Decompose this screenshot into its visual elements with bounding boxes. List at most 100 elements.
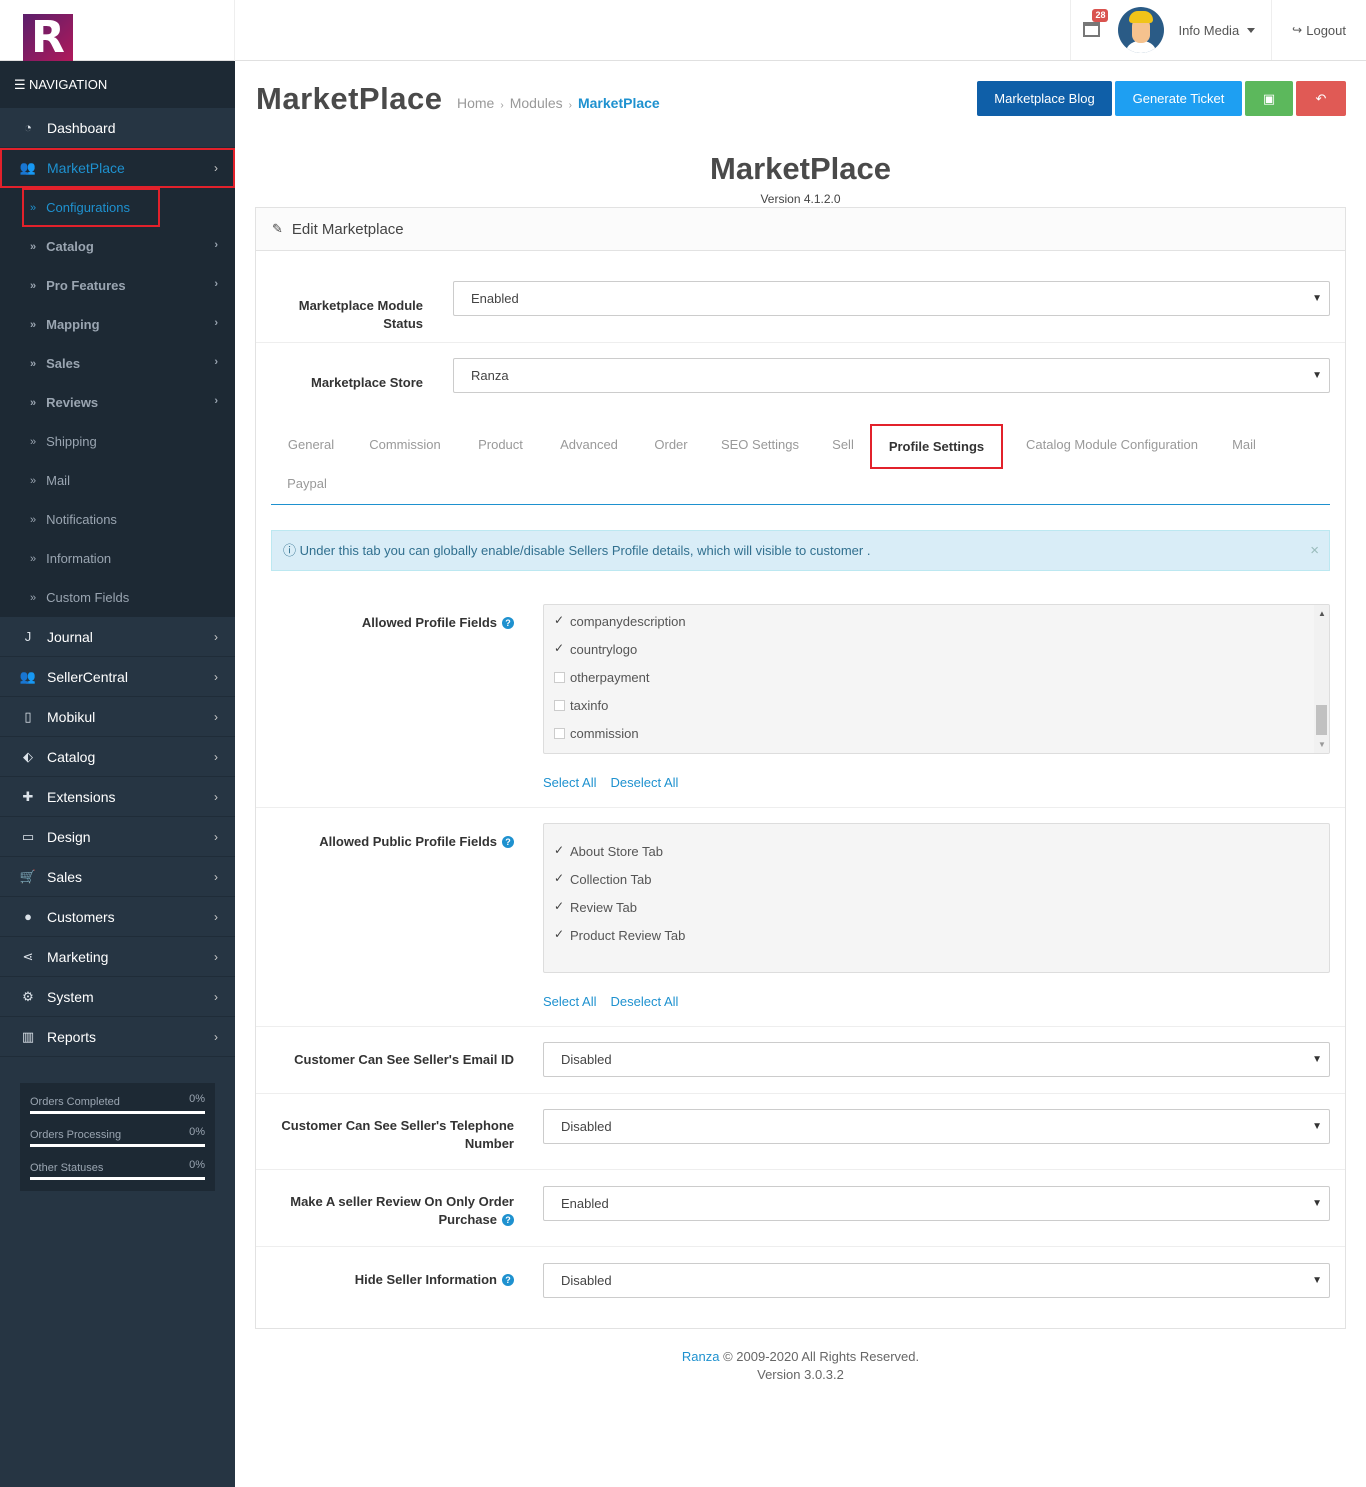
- select-all-link[interactable]: Select All: [543, 994, 596, 1009]
- sidebar-subitem-custom-fields[interactable]: » Custom Fields: [0, 578, 235, 617]
- back-button[interactable]: ↶: [1296, 81, 1346, 116]
- marketplace-blog-button[interactable]: Marketplace Blog: [977, 81, 1112, 116]
- tab-commission[interactable]: Commission: [355, 425, 455, 464]
- public-fields-list[interactable]: ✓ About Store Tab ✓ Collection Tab ✓ Review…: [543, 823, 1330, 973]
- edit-panel: ✎ Edit Marketplace Marketplace Module Sta…: [255, 207, 1346, 1329]
- seller-review-select[interactable]: Enabled ▼: [543, 1186, 1330, 1221]
- checkbox-review-tab[interactable]: ✓ Review Tab: [544, 894, 1329, 922]
- close-icon[interactable]: ×: [1310, 531, 1319, 570]
- sidebar-item-design[interactable]: ▭ Design ›: [0, 817, 235, 857]
- seller-email-select[interactable]: Disabled ▼: [543, 1042, 1330, 1077]
- breadcrumb-home[interactable]: Home: [457, 95, 494, 111]
- gear-icon: ⚙: [22, 988, 34, 1004]
- store-label: Marketplace Store: [311, 375, 423, 390]
- scrollbar[interactable]: ▲ ▼: [1314, 605, 1329, 753]
- select-all-link[interactable]: Select All: [543, 775, 596, 790]
- tab-general[interactable]: General: [271, 425, 351, 464]
- checkbox-countrylogo[interactable]: ✓ countrylogo: [544, 636, 1329, 664]
- sidebar-item-mobikul[interactable]: ▯ Mobikul ›: [0, 697, 235, 737]
- help-icon[interactable]: ?: [502, 1214, 514, 1226]
- module-status-select[interactable]: Enabled ▼: [453, 281, 1330, 316]
- footer: Ranza © 2009-2020 All Rights Reserved. V…: [235, 1348, 1366, 1384]
- allowed-public-profile-fields-label: Allowed Public Profile Fields?: [276, 833, 514, 851]
- generate-ticket-button[interactable]: Generate Ticket: [1115, 81, 1242, 116]
- hide-seller-info-select[interactable]: Disabled ▼: [543, 1263, 1330, 1298]
- sidebar-subitem-mapping[interactable]: » Mapping ›: [0, 305, 235, 344]
- save-button[interactable]: ▣: [1245, 81, 1293, 116]
- scroll-down-icon[interactable]: ▼: [1318, 740, 1326, 749]
- sidebar-item-dashboard[interactable]: ◔ Dashboard: [0, 108, 235, 148]
- double-chevron-icon: »: [30, 318, 37, 331]
- notifications-button[interactable]: 28: [1071, 0, 1116, 60]
- sidebar-item-marketplace[interactable]: 👥 MarketPlace ›: [0, 148, 235, 188]
- seller-telephone-select[interactable]: Disabled ▼: [543, 1109, 1330, 1144]
- sidebar-item-catalog[interactable]: ⬖ Catalog ›: [0, 737, 235, 777]
- chevron-right-icon: ›: [214, 670, 218, 684]
- sidebar-item-reports[interactable]: ▥ Reports ›: [0, 1017, 235, 1057]
- info-icon: ⓘ: [283, 543, 300, 558]
- help-icon[interactable]: ?: [502, 617, 514, 629]
- allowed-profile-fields-row: Allowed Profile Fields? ✓ companydescript…: [256, 586, 1345, 808]
- checkbox-otherpayment[interactable]: otherpayment: [544, 664, 1329, 692]
- sidebar-subitem-notifications[interactable]: » Notifications: [0, 500, 235, 539]
- sidebar-subitem-sales[interactable]: » Sales ›: [0, 344, 235, 383]
- breadcrumb-modules[interactable]: Modules: [510, 95, 563, 111]
- user-menu[interactable]: Info Media: [1116, 0, 1271, 60]
- chevron-right-icon: ›: [214, 239, 218, 251]
- checkbox-taxinfo[interactable]: taxinfo: [544, 692, 1329, 720]
- footer-brand-link[interactable]: Ranza: [682, 1349, 720, 1364]
- tab-order[interactable]: Order: [639, 425, 703, 464]
- help-icon[interactable]: ?: [502, 836, 514, 848]
- tab-profile-settings[interactable]: Profile Settings: [870, 424, 1003, 469]
- tab-product[interactable]: Product: [463, 425, 538, 464]
- sidebar-item-sellercentral[interactable]: 👥 SellerCentral ›: [0, 657, 235, 697]
- sidebar-subitem-shipping[interactable]: » Shipping: [0, 422, 235, 461]
- seller-telephone-label: Customer Can See Seller's Telephone Numb…: [281, 1118, 514, 1151]
- checkbox-companydescription[interactable]: ✓ companydescription: [544, 608, 1329, 636]
- sidebar-item-extensions[interactable]: ✚ Extensions ›: [0, 777, 235, 817]
- checkbox-about-store-tab[interactable]: ✓ About Store Tab: [544, 838, 1329, 866]
- sidebar-item-sales[interactable]: 🛒 Sales ›: [0, 857, 235, 897]
- store-icon: [1083, 22, 1101, 37]
- chevron-down-icon: ▼: [1312, 1054, 1322, 1065]
- tab-paypal[interactable]: Paypal: [271, 464, 343, 503]
- double-chevron-icon: »: [30, 240, 37, 253]
- deselect-all-link[interactable]: Deselect All: [610, 994, 678, 1009]
- logout-button[interactable]: ↪ Logout: [1272, 0, 1366, 60]
- help-icon[interactable]: ?: [502, 1274, 514, 1286]
- tab-mail[interactable]: Mail: [1219, 425, 1269, 464]
- scroll-up-icon[interactable]: ▲: [1318, 609, 1326, 618]
- checkmark-icon: ✓: [554, 613, 565, 627]
- checkmark-icon: ✓: [554, 843, 565, 857]
- sidebar-item-customers[interactable]: ● Customers ›: [0, 897, 235, 937]
- allowed-public-profile-fields-row: Allowed Public Profile Fields? ✓ About St…: [256, 808, 1345, 1027]
- sidebar-subitem-mail[interactable]: » Mail: [0, 461, 235, 500]
- sidebar-subitem-reviews[interactable]: » Reviews ›: [0, 383, 235, 422]
- tab-catalog-module-configuration[interactable]: Catalog Module Configuration: [1009, 425, 1215, 464]
- tab-advanced[interactable]: Advanced: [545, 425, 633, 464]
- sidebar-item-marketing[interactable]: ⋖ Marketing ›: [0, 937, 235, 977]
- chevron-right-icon: ›: [214, 317, 218, 329]
- double-chevron-icon: »: [30, 474, 37, 487]
- checkbox-collection-tab[interactable]: ✓ Collection Tab: [544, 866, 1329, 894]
- chevron-right-icon: ›: [214, 790, 218, 804]
- monitor-icon: ▭: [21, 828, 35, 844]
- checkbox-product-review-tab[interactable]: ✓ Product Review Tab: [544, 922, 1329, 950]
- breadcrumb-marketplace[interactable]: MarketPlace: [578, 95, 660, 111]
- tab-seo-settings[interactable]: SEO Settings: [711, 425, 809, 464]
- deselect-all-link[interactable]: Deselect All: [610, 775, 678, 790]
- dashboard-icon: ◔: [24, 120, 32, 135]
- sidebar-subitem-information[interactable]: » Information: [0, 539, 235, 578]
- logo[interactable]: R: [0, 0, 235, 62]
- sidebar-subitem-pro-features[interactable]: » Pro Features ›: [0, 266, 235, 305]
- store-select[interactable]: Ranza ▼: [453, 358, 1330, 393]
- sidebar-item-system[interactable]: ⚙ System ›: [0, 977, 235, 1017]
- sidebar-subitem-catalog[interactable]: » Catalog ›: [0, 227, 235, 266]
- checkbox-commission[interactable]: commission: [544, 720, 1329, 748]
- sidebar-subitem-configurations[interactable]: » Configurations: [22, 188, 160, 227]
- sidebar-item-journal[interactable]: J Journal ›: [0, 617, 235, 657]
- main-content: MarketPlace Home › Modules › MarketPlace Mar…: [235, 61, 1366, 1487]
- double-chevron-icon: »: [30, 396, 37, 409]
- profile-fields-list[interactable]: ✓ companydescription ✓ countrylogo otherpa…: [543, 604, 1330, 754]
- tab-sell[interactable]: Sell: [815, 425, 871, 464]
